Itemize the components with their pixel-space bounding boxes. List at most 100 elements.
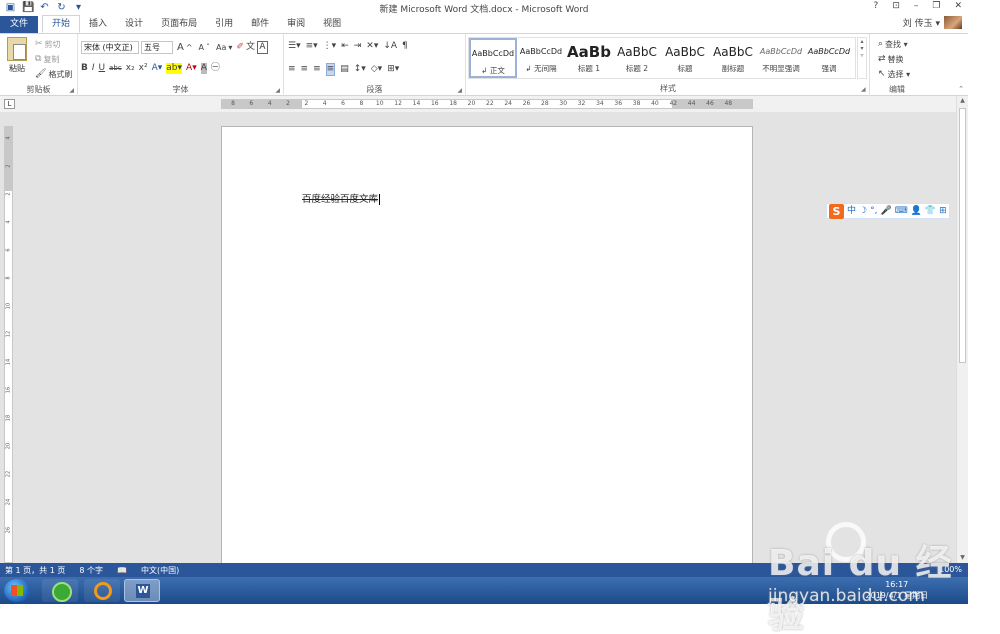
highlight-icon[interactable]: ab▾	[166, 63, 183, 74]
text-effects-icon[interactable]: A▾	[152, 63, 163, 74]
tab-review[interactable]: 审阅	[278, 16, 314, 33]
bullets-icon[interactable]: ☰▾	[288, 41, 301, 52]
font-color-icon[interactable]: A▾	[186, 63, 197, 74]
proofing-icon[interactable]: 📖	[117, 566, 127, 575]
horizontal-ruler[interactable]: 8 6 4 2 2 4 6 8 10 12 14 16 18 20 22 24 26 28 30 32 34 36 38 40…	[221, 99, 753, 109]
zoom-level[interactable]: 100%	[939, 565, 962, 574]
browser-taskbar-icon[interactable]	[42, 579, 78, 602]
replace-button[interactable]: ⇄ 替换	[876, 53, 912, 66]
borders-icon[interactable]: ⊞▾	[387, 64, 399, 75]
skin-icon[interactable]: 👕	[925, 204, 936, 218]
tab-view[interactable]: 视图	[314, 16, 350, 33]
half-width-icon[interactable]: ☽	[859, 204, 867, 218]
underline-button[interactable]: U	[99, 63, 106, 74]
show-marks-icon[interactable]: ¶	[402, 41, 408, 52]
format-painter-button[interactable]: 🖌 格式刷	[33, 68, 74, 81]
style-heading-1[interactable]: AaBb 标题 1	[565, 38, 613, 78]
document-text[interactable]: 百度经验百度文库	[302, 191, 381, 205]
word-taskbar-icon[interactable]: W	[124, 579, 160, 602]
scroll-thumb[interactable]	[959, 108, 966, 363]
dialog-launcher-icon[interactable]: ◢	[69, 87, 74, 94]
customize-qat-icon[interactable]: ▾	[73, 2, 84, 13]
tab-selector[interactable]: L	[4, 99, 15, 109]
tab-home[interactable]: 开始	[42, 15, 81, 33]
select-button[interactable]: ↖ 选择 ▾	[876, 68, 912, 81]
punctuation-icon[interactable]: °,	[870, 204, 877, 218]
character-border-icon[interactable]: A	[256, 41, 268, 54]
tab-file[interactable]: 文件	[0, 16, 39, 33]
ribbon-display-button[interactable]: ⊡	[892, 1, 900, 11]
start-button[interactable]	[4, 579, 30, 602]
clear-formatting-icon[interactable]: ✐	[236, 42, 244, 53]
grow-font-button[interactable]: A ^	[175, 41, 195, 54]
styles-scroll[interactable]: ▴ ▾ ▿	[857, 37, 867, 79]
ime-mode[interactable]: 中	[847, 204, 856, 218]
shading-icon[interactable]: ◇▾	[371, 64, 382, 75]
sort-icon[interactable]: ↓A	[383, 41, 397, 52]
tab-design[interactable]: 设计	[116, 16, 152, 33]
font-dialog-launcher-icon[interactable]: ◢	[275, 87, 280, 94]
character-shading-icon[interactable]: A	[200, 63, 207, 74]
word-count[interactable]: 8 个字	[79, 565, 103, 576]
help-button[interactable]: ?	[874, 1, 879, 11]
tab-mailings[interactable]: 邮件	[242, 16, 278, 33]
cut-button[interactable]: ✂ 剪切	[33, 38, 74, 51]
style-no-spacing[interactable]: AaBbCcDd ↲ 无间隔	[517, 38, 565, 78]
phonetic-guide-icon[interactable]: 文	[246, 42, 255, 53]
minimize-button[interactable]: –	[914, 1, 919, 11]
numbering-icon[interactable]: ≡▾	[306, 41, 318, 52]
enclose-characters-icon[interactable]: ㊀	[211, 63, 220, 74]
font-size-dropdown[interactable]: 五号	[141, 41, 173, 54]
tab-insert[interactable]: 插入	[80, 16, 116, 33]
increase-indent-icon[interactable]: ⇥	[354, 41, 362, 52]
voice-icon[interactable]: 🎤	[880, 204, 891, 218]
redo-icon[interactable]: ↻	[56, 2, 67, 13]
style-subtitle[interactable]: AaBbC 副标题	[709, 38, 757, 78]
undo-icon[interactable]: ↶	[39, 2, 50, 13]
system-clock[interactable]: 16:17 2019/4/1 星期日	[866, 579, 928, 601]
tab-references[interactable]: 引用	[206, 16, 242, 33]
collapse-ribbon-icon[interactable]: ⌃	[958, 85, 964, 93]
align-right-icon[interactable]: ≡	[313, 64, 321, 75]
toolbox-icon[interactable]: ⊞	[939, 204, 947, 218]
user-icon[interactable]: 👤	[911, 204, 922, 218]
multilevel-list-icon[interactable]: ⋮▾	[323, 41, 337, 52]
document-page[interactable]: 百度经验百度文库	[221, 126, 753, 563]
distributed-icon[interactable]: ▤	[340, 64, 349, 75]
paste-button[interactable]: 粘贴	[4, 37, 30, 74]
align-left-icon[interactable]: ≡	[288, 64, 296, 75]
style-heading-2[interactable]: AaBbC 标题 2	[613, 38, 661, 78]
close-button[interactable]: ✕	[954, 1, 962, 11]
style-subtle-emphasis[interactable]: AaBbCcDd 不明显强调	[757, 38, 805, 78]
italic-button[interactable]: I	[92, 63, 95, 74]
keyboard-icon[interactable]: ⌨	[895, 204, 908, 218]
save-icon[interactable]: 💾	[22, 2, 34, 13]
page-count[interactable]: 第 1 页，共 1 页	[5, 565, 65, 576]
bold-button[interactable]: B	[81, 63, 88, 74]
sogou-logo-icon[interactable]: S	[829, 203, 844, 219]
word-app-icon[interactable]: ▣	[5, 2, 16, 13]
align-center-icon[interactable]: ≡	[301, 64, 309, 75]
superscript-button[interactable]: x²	[139, 63, 148, 74]
styles-dialog-launcher-icon[interactable]: ◢	[861, 86, 866, 93]
copy-button[interactable]: ⧉ 复制	[33, 53, 74, 66]
line-spacing-icon[interactable]: ↕▾	[354, 64, 366, 75]
search-taskbar-icon[interactable]	[84, 579, 120, 602]
font-name-dropdown[interactable]: 宋体 (中文正)	[81, 41, 139, 54]
justify-icon[interactable]: ≡	[325, 63, 336, 76]
language-indicator[interactable]: 中文(中国)	[141, 565, 179, 576]
paragraph-dialog-launcher-icon[interactable]: ◢	[457, 87, 462, 94]
strikethrough-button[interactable]: abc	[109, 63, 122, 74]
style-normal[interactable]: AaBbCcDd ↲ 正文	[469, 38, 517, 78]
shrink-font-button[interactable]: Aˇ	[197, 41, 212, 54]
scroll-down-icon[interactable]: ▼	[957, 553, 968, 563]
restore-button[interactable]: ❐	[932, 1, 940, 11]
tab-page-layout[interactable]: 页面布局	[152, 16, 206, 33]
vertical-scrollbar[interactable]: ▲ ▼	[956, 96, 968, 563]
style-emphasis[interactable]: AaBbCcDd 强调	[805, 38, 853, 78]
subscript-button[interactable]: x₂	[126, 63, 135, 74]
decrease-indent-icon[interactable]: ⇤	[341, 41, 349, 52]
user-account[interactable]: 刘 传玉 ▾	[903, 16, 962, 29]
change-case-button[interactable]: Aa ▾	[214, 41, 234, 54]
find-button[interactable]: ⌕ 查找 ▾	[876, 38, 912, 51]
